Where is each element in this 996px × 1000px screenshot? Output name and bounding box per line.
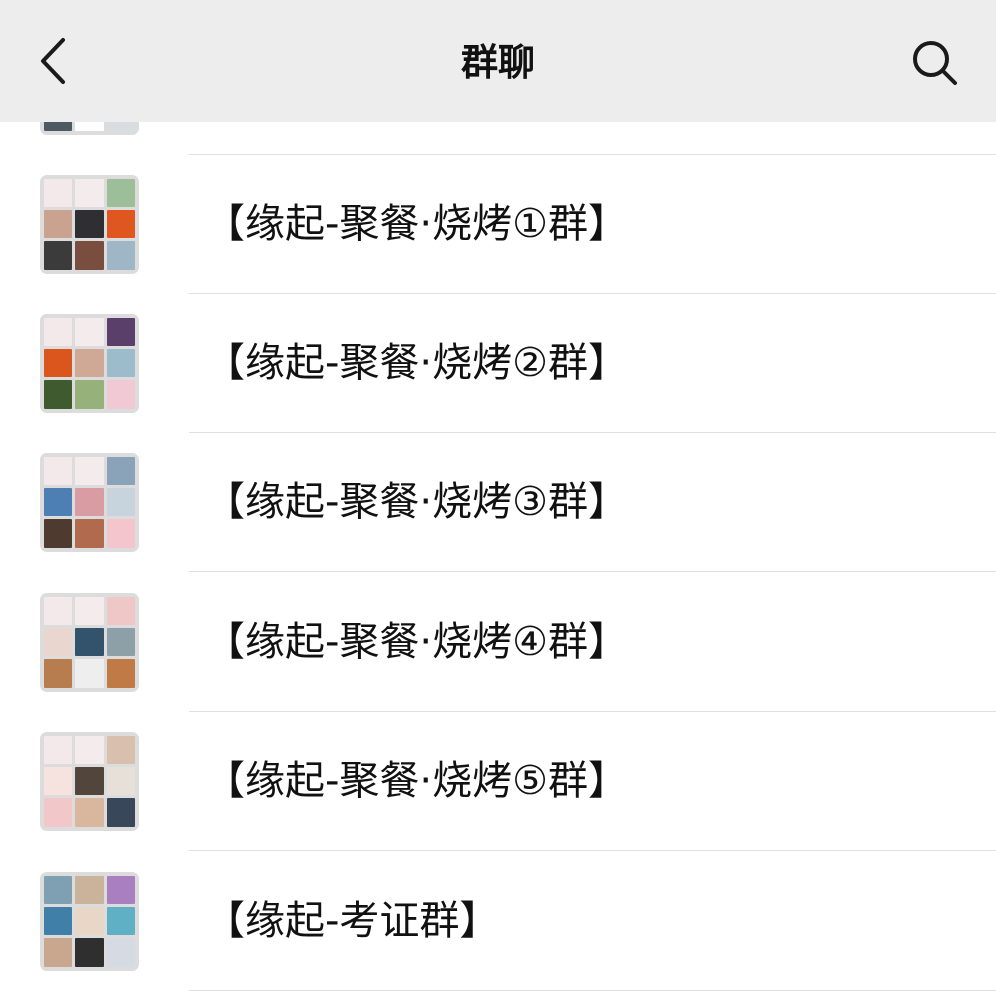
avatar-tile — [75, 735, 104, 764]
avatar-tile — [106, 659, 135, 688]
avatar-tile — [44, 487, 73, 517]
avatar-tile — [75, 938, 104, 967]
avatar-tile — [44, 627, 73, 657]
avatar-tile — [75, 456, 104, 485]
avatar-tile — [44, 122, 73, 131]
avatar-tile — [44, 938, 73, 967]
list-item[interactable]: 【缘起-聚餐·烧烤①群】 — [0, 155, 996, 294]
avatar-tile — [106, 317, 135, 346]
group-chat-list: 【缘起-聚餐·烧烤①群】 【缘起-聚餐·烧烤②群】 【缘起-聚餐·烧烤③群】 【… — [0, 122, 996, 1000]
chevron-left-icon — [41, 38, 65, 84]
divider — [189, 571, 996, 572]
avatar-tile — [106, 735, 135, 764]
avatar-tile — [44, 178, 73, 207]
back-button[interactable] — [22, 28, 82, 94]
group-avatar — [40, 122, 139, 135]
avatar-tile — [106, 519, 135, 548]
avatar-tile — [106, 906, 135, 936]
avatar-tile — [44, 596, 73, 625]
group-name: 【缘起-考证群】 — [205, 898, 500, 944]
list-item[interactable]: 【缘起-聚餐·烧烤④群】 — [0, 573, 996, 712]
page-title: 群聊 — [461, 41, 535, 84]
avatar-tile — [44, 766, 73, 796]
list-item[interactable]: 【缘起-聚餐·烧烤⑤群】 — [0, 712, 996, 851]
avatar-tile — [44, 209, 73, 239]
avatar-tile — [75, 317, 104, 346]
avatar-tile — [75, 659, 104, 688]
avatar-tile — [44, 241, 73, 270]
avatar-tile — [75, 766, 104, 796]
nav-bar: 群聊 — [0, 0, 996, 122]
avatar-tile — [106, 798, 135, 827]
avatar-tile — [106, 938, 135, 967]
avatar-tile — [75, 241, 104, 270]
avatar-tile — [75, 798, 104, 827]
avatar-tile — [106, 456, 135, 485]
search-icon — [913, 41, 957, 85]
avatar-tile — [75, 596, 104, 625]
avatar-tile — [44, 380, 73, 409]
group-name: 【缘起-聚餐·烧烤③群】 — [205, 479, 629, 525]
group-avatar — [40, 592, 139, 692]
avatar-tile — [75, 487, 104, 517]
avatar-tile — [44, 348, 73, 378]
avatar-tile — [44, 798, 73, 827]
avatar-tile — [106, 178, 135, 207]
avatar-tile — [106, 627, 135, 657]
group-avatar — [40, 731, 139, 831]
avatar-tile — [44, 519, 73, 548]
avatar-tile — [106, 209, 135, 239]
list-item[interactable]: 【缘起-聚餐·烧烤③群】 — [0, 433, 996, 572]
group-avatar — [40, 871, 139, 971]
divider — [189, 850, 996, 851]
avatar-tile — [75, 348, 104, 378]
list-item[interactable] — [0, 122, 996, 155]
avatar-tile — [44, 735, 73, 764]
avatar-tile — [75, 875, 104, 904]
avatar-tile — [106, 766, 135, 796]
avatar-tile — [106, 487, 135, 517]
avatar-tile — [106, 348, 135, 378]
search-button[interactable] — [902, 30, 968, 96]
group-avatar — [40, 452, 139, 552]
list-item[interactable]: 【缘起-聚餐·烧烤②群】 — [0, 294, 996, 433]
avatar-tile — [75, 380, 104, 409]
avatar-tile — [44, 659, 73, 688]
avatar-tile — [75, 627, 104, 657]
avatar-tile — [44, 875, 73, 904]
avatar-tile — [75, 209, 104, 239]
group-avatar — [40, 313, 139, 413]
avatar-tile — [106, 875, 135, 904]
avatar-tile — [44, 906, 73, 936]
group-name: 【缘起-聚餐·烧烤①群】 — [205, 201, 629, 247]
divider — [189, 990, 996, 991]
group-name: 【缘起-聚餐·烧烤②群】 — [205, 340, 629, 386]
list-item[interactable]: 【缘起-考证群】 — [0, 852, 996, 991]
group-name: 【缘起-聚餐·烧烤④群】 — [205, 619, 629, 665]
group-name: 【缘起-聚餐·烧烤⑤群】 — [205, 758, 629, 804]
avatar-tile — [44, 456, 73, 485]
avatar-tile — [75, 122, 104, 131]
avatar-tile — [106, 596, 135, 625]
avatar-tile — [75, 178, 104, 207]
avatar-tile — [106, 122, 135, 131]
avatar-tile — [106, 241, 135, 270]
avatar-tile — [75, 906, 104, 936]
avatar-tile — [75, 519, 104, 548]
group-avatar — [40, 174, 139, 274]
avatar-tile — [44, 317, 73, 346]
avatar-tile — [106, 380, 135, 409]
